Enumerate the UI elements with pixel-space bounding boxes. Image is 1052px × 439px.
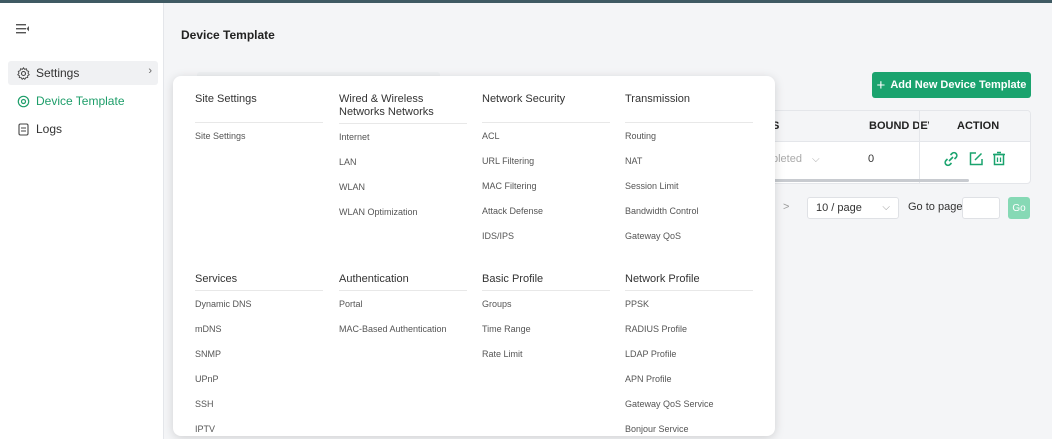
sidebar-item-label: Logs xyxy=(36,122,63,136)
menu-item[interactable]: WLAN xyxy=(339,175,467,200)
menu-section-title: Site Settings xyxy=(195,93,323,123)
document-icon xyxy=(16,122,30,136)
menu-item[interactable]: MAC Filtering xyxy=(482,174,610,199)
menu-item[interactable]: Session Limit xyxy=(625,174,753,199)
horizontal-scrollbar[interactable] xyxy=(766,179,969,182)
plus-icon: + xyxy=(876,76,886,94)
menu-item[interactable]: LDAP Profile xyxy=(625,342,753,367)
menu-section-title: Network Profile xyxy=(625,273,753,291)
menu-item[interactable]: IPTV xyxy=(195,417,323,439)
menu-section-title: Transmission xyxy=(625,93,753,123)
menu-item[interactable]: Site Settings xyxy=(195,124,323,149)
menu-section-title: Basic Profile xyxy=(482,273,610,291)
menu-section-basic-profile: Basic Profile Groups Time Range Rate Lim… xyxy=(482,273,610,367)
sidebar-item-label: Device Template xyxy=(36,94,125,108)
menu-item[interactable]: UPnP xyxy=(195,367,323,392)
menu-item[interactable]: Internet xyxy=(339,125,467,150)
sidebar: Settings › Device Template Logs xyxy=(0,3,164,439)
goto-page-label: Go to page xyxy=(908,201,963,213)
goto-page-input[interactable] xyxy=(962,197,1000,219)
next-page-button[interactable]: > xyxy=(783,201,789,213)
status-select[interactable]: pleted ⌵ xyxy=(772,153,820,165)
menu-item[interactable]: URL Filtering xyxy=(482,149,610,174)
page-size-select[interactable]: 10 / page ⌵ xyxy=(807,197,899,219)
add-button-label: Add New Device Template xyxy=(890,79,1027,91)
menu-item[interactable]: SSH xyxy=(195,392,323,417)
sidebar-item-logs[interactable]: Logs xyxy=(8,117,158,141)
column-divider xyxy=(919,111,920,183)
menu-item[interactable]: LAN xyxy=(339,150,467,175)
menu-item[interactable]: ACL xyxy=(482,124,610,149)
gear-icon xyxy=(16,66,30,80)
chevron-down-icon: ⌵ xyxy=(811,154,820,165)
menu-item[interactable]: mDNS xyxy=(195,317,323,342)
edit-icon[interactable] xyxy=(967,150,985,168)
menu-item[interactable]: SNMP xyxy=(195,342,323,367)
menu-item[interactable]: Gateway QoS Service xyxy=(625,392,753,417)
menu-section-services: Services Dynamic DNS mDNS SNMP UPnP SSH … xyxy=(195,273,323,439)
settings-flyout-menu: Site Settings Site Settings Wired & Wire… xyxy=(173,76,775,436)
menu-item[interactable]: Gateway QoS xyxy=(625,224,753,249)
menu-section-site-settings: Site Settings Site Settings xyxy=(195,93,323,149)
go-button[interactable]: Go xyxy=(1008,197,1030,219)
bound-count: 0 xyxy=(868,153,875,165)
column-header-action: ACTION xyxy=(957,120,1000,132)
template-table: S BOUND DEV ACTION pleted ⌵ 0 xyxy=(765,110,1031,184)
menu-item[interactable]: Bandwidth Control xyxy=(625,199,753,224)
menu-item[interactable]: NAT xyxy=(625,149,753,174)
menu-item[interactable]: Bonjour Service xyxy=(625,417,753,439)
target-icon xyxy=(16,94,30,108)
menu-section-transmission: Transmission Routing NAT Session Limit B… xyxy=(625,93,753,249)
chevron-down-icon: ⌵ xyxy=(882,202,890,213)
menu-section-title: Network Security xyxy=(482,93,610,123)
link-icon[interactable] xyxy=(942,150,960,168)
menu-item[interactable]: WLAN Optimization xyxy=(339,200,467,225)
menu-item[interactable]: Routing xyxy=(625,124,753,149)
menu-section-title: Authentication xyxy=(339,273,467,291)
sidebar-item-label: Settings xyxy=(36,66,80,80)
add-device-template-button[interactable]: + Add New Device Template xyxy=(872,72,1031,98)
status-value: pleted xyxy=(772,153,802,165)
menu-item[interactable]: IDS/IPS xyxy=(482,224,610,249)
menu-section-network-profile: Network Profile PPSK RADIUS Profile LDAP… xyxy=(625,273,753,439)
menu-section-title: Wired & Wireless Networks Networks xyxy=(339,93,467,124)
menu-item[interactable]: MAC-Based Authentication xyxy=(339,317,467,342)
table-header: S BOUND DEV ACTION xyxy=(766,111,1030,142)
menu-section-title: Services xyxy=(195,273,323,291)
menu-item[interactable]: APN Profile xyxy=(625,367,753,392)
menu-item[interactable]: Rate Limit xyxy=(482,342,610,367)
menu-item[interactable]: Time Range xyxy=(482,317,610,342)
menu-item[interactable]: Dynamic DNS xyxy=(195,292,323,317)
page-title: Device Template xyxy=(181,28,275,42)
menu-section-authentication: Authentication Portal MAC-Based Authenti… xyxy=(339,273,467,342)
column-header-bound-devices: BOUND DEV xyxy=(869,120,929,132)
collapse-menu-icon[interactable] xyxy=(16,23,30,35)
menu-section-wired-wireless: Wired & Wireless Networks Networks Inter… xyxy=(339,93,467,225)
sidebar-item-device-template[interactable]: Device Template xyxy=(8,89,158,113)
trash-icon[interactable] xyxy=(990,150,1008,168)
menu-item[interactable]: Groups xyxy=(482,292,610,317)
menu-item[interactable]: Attack Defense xyxy=(482,199,610,224)
menu-item[interactable]: RADIUS Profile xyxy=(625,317,753,342)
chevron-right-icon: › xyxy=(148,65,152,77)
page-size-value: 10 / page xyxy=(816,202,862,214)
menu-item[interactable]: Portal xyxy=(339,292,467,317)
menu-section-network-security: Network Security ACL URL Filtering MAC F… xyxy=(482,93,610,249)
menu-item[interactable]: PPSK xyxy=(625,292,753,317)
sidebar-item-settings[interactable]: Settings › xyxy=(8,61,158,85)
